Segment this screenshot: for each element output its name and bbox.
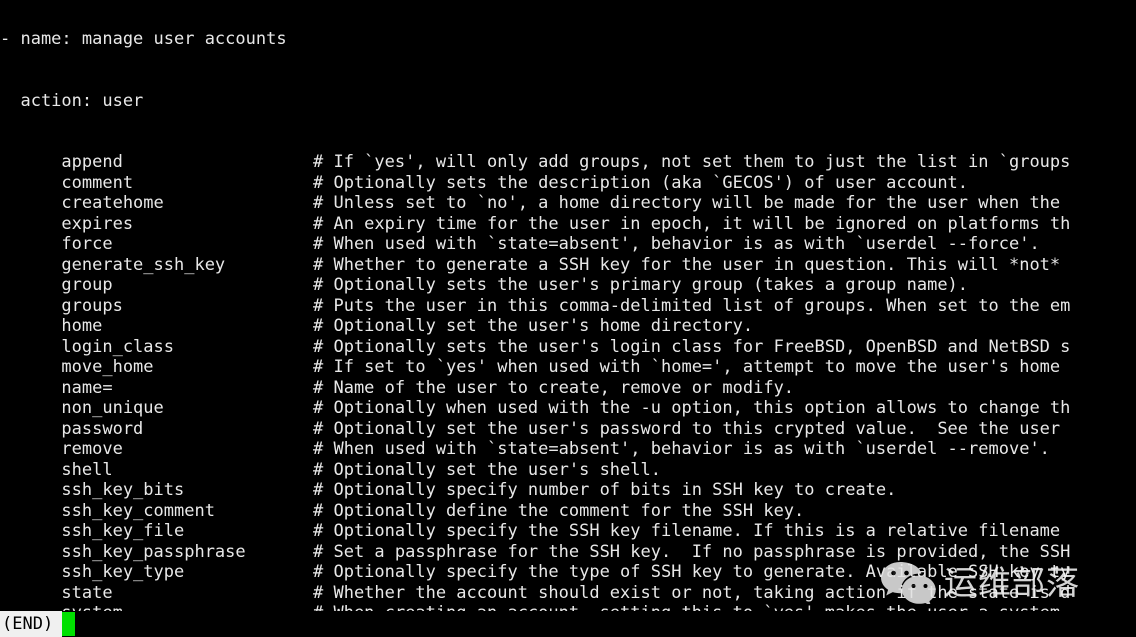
- option-row: ssh_key_passphrase # Set a passphrase for…: [0, 542, 1136, 563]
- option-name: ssh_key_file: [0, 521, 185, 541]
- text-cursor: [62, 612, 75, 636]
- option-name: login_class: [0, 336, 174, 357]
- option-row: move_home # If set to `yes' when used wit…: [0, 357, 1136, 378]
- option-description: # Puts the user in this comma-delimited …: [313, 295, 1071, 316]
- option-name: force: [0, 234, 113, 254]
- pager-status-line[interactable]: (END): [0, 611, 1136, 637]
- option-name: groups: [0, 295, 123, 316]
- option-description: # An expiry time for the user in epoch, …: [313, 213, 1071, 234]
- option-description: # Whether the account should exist or no…: [313, 582, 1071, 603]
- end-of-file-indicator: (END): [0, 611, 62, 637]
- option-description: # Optionally set the user's home directo…: [313, 316, 754, 336]
- option-description: # Optionally when used with the -u optio…: [313, 398, 1071, 418]
- option-name: remove: [0, 439, 123, 459]
- option-row: generate_ssh_key # Whether to generate a …: [0, 255, 1136, 276]
- option-row: non_unique # Optionally when used with th…: [0, 398, 1136, 419]
- option-description: # When used with `state=absent', behavio…: [313, 439, 1050, 459]
- option-row: ssh_key_file # Optionally specify the SSH…: [0, 521, 1136, 542]
- option-row: login_class # Optionally sets the user's …: [0, 337, 1136, 358]
- option-name: name=: [0, 377, 113, 398]
- option-name: group: [0, 275, 113, 295]
- option-description: # Optionally define the comment for the …: [313, 500, 805, 521]
- pager-content: - name: manage user accounts action: use…: [0, 0, 1136, 637]
- option-name: ssh_key_comment: [0, 500, 215, 521]
- option-name: home: [0, 316, 103, 336]
- option-description: # Optionally set the user's shell.: [313, 459, 661, 480]
- option-description: # Whether to generate a SSH key for the …: [313, 254, 1061, 275]
- option-row: ssh_key_type # Optionally specify the typ…: [0, 562, 1136, 583]
- option-description: # Optionally set the user's password to …: [313, 418, 1061, 439]
- option-description: # Optionally specify number of bits in S…: [313, 480, 897, 500]
- yaml-header-line: - name: manage user accounts: [0, 29, 287, 49]
- option-row: expires # An expiry time for the user in …: [0, 214, 1136, 235]
- option-name: append: [0, 152, 123, 172]
- option-description: # If set to `yes' when used with `home='…: [313, 357, 1061, 377]
- yaml-header-line: action: user: [0, 90, 144, 111]
- option-row: ssh_key_bits # Optionally specify number …: [0, 480, 1136, 501]
- option-name: non_unique: [0, 398, 164, 418]
- option-row: name= # Name of the user to create, remov…: [0, 378, 1136, 399]
- option-description: # Unless set to `no', a home directory w…: [313, 193, 1061, 213]
- option-row: password # Optionally set the user's pass…: [0, 419, 1136, 440]
- option-name: password: [0, 418, 144, 439]
- option-name: shell: [0, 459, 113, 480]
- option-description: # Optionally sets the user's primary gro…: [313, 275, 969, 295]
- option-row: comment # Optionally sets the description…: [0, 173, 1136, 194]
- option-row: remove # When used with `state=absent', b…: [0, 439, 1136, 460]
- option-row: ssh_key_comment # Optionally define the c…: [0, 501, 1136, 522]
- option-name: ssh_key_passphrase: [0, 541, 246, 562]
- option-name: ssh_key_type: [0, 562, 185, 582]
- option-row: shell # Optionally set the user's shell.: [0, 460, 1136, 481]
- option-description: # When used with `state=absent', behavio…: [313, 234, 1040, 254]
- option-row: append # If `yes', will only add groups, …: [0, 152, 1136, 173]
- option-description: # Name of the user to create, remove or …: [313, 377, 795, 398]
- option-description: # Optionally sets the description (aka `…: [313, 172, 969, 193]
- terminal-window[interactable]: - name: manage user accounts action: use…: [0, 0, 1136, 637]
- option-list: append # If `yes', will only add groups, …: [0, 152, 1136, 637]
- option-name: move_home: [0, 357, 154, 377]
- option-row: home # Optionally set the user's home dir…: [0, 316, 1136, 337]
- option-description: # If `yes', will only add groups, not se…: [313, 152, 1071, 172]
- option-name: comment: [0, 172, 134, 193]
- option-name: createhome: [0, 193, 164, 213]
- option-description: # Optionally specify the type of SSH key…: [313, 562, 1071, 582]
- option-name: expires: [0, 213, 134, 234]
- option-row: force # When used with `state=absent', be…: [0, 234, 1136, 255]
- option-row: groups # Puts the user in this comma-deli…: [0, 296, 1136, 317]
- option-row: createhome # Unless set to `no', a home d…: [0, 193, 1136, 214]
- option-name: ssh_key_bits: [0, 480, 185, 500]
- option-name: generate_ssh_key: [0, 254, 226, 275]
- option-name: state: [0, 582, 113, 603]
- option-description: # Optionally sets the user's login class…: [313, 336, 1071, 357]
- option-description: # Set a passphrase for the SSH key. If n…: [313, 541, 1071, 562]
- option-row: state # Whether the account should exist …: [0, 583, 1136, 604]
- option-description: # Optionally specify the SSH key filenam…: [313, 521, 1061, 541]
- option-row: group # Optionally sets the user's primar…: [0, 275, 1136, 296]
